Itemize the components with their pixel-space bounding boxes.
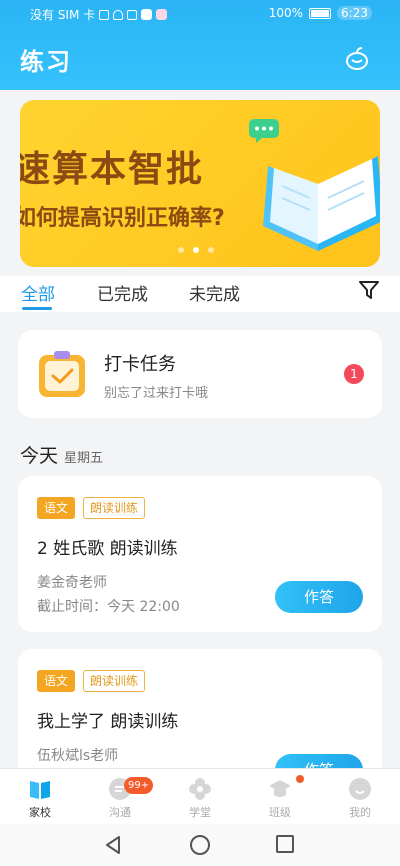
fruit-icon[interactable] bbox=[344, 46, 370, 70]
nav-badge: 99+ bbox=[124, 777, 154, 794]
tab-indicator bbox=[22, 307, 52, 310]
checkin-title: 打卡任务 bbox=[104, 354, 176, 375]
banner-subline: 如何提高识别正确率? bbox=[20, 206, 225, 231]
data-icon bbox=[127, 9, 138, 20]
section-day: 今天 bbox=[20, 445, 59, 467]
filter-tabs: 全部 已完成 未完成 bbox=[0, 276, 400, 312]
nav-label: 沟通 bbox=[109, 806, 131, 819]
nav-label: 家校 bbox=[29, 806, 51, 819]
tab-completed[interactable]: 已完成 bbox=[97, 280, 148, 305]
pagination-dot bbox=[178, 247, 184, 253]
book-icon bbox=[30, 781, 50, 799]
wifi-icon bbox=[113, 9, 124, 20]
nav-label: 班级 bbox=[269, 806, 291, 819]
task-type-tag: 朗读训练 bbox=[83, 670, 146, 692]
recent-apps-icon[interactable] bbox=[276, 835, 294, 853]
system-nav-bar bbox=[0, 824, 400, 866]
nav-label: 学堂 bbox=[189, 806, 211, 819]
app-notification-icon-2 bbox=[156, 9, 168, 20]
subject-tag: 语文 bbox=[37, 670, 76, 692]
filter-icon[interactable] bbox=[358, 279, 380, 301]
tab-all[interactable]: 全部 bbox=[21, 280, 55, 305]
task-title: 我上学了 朗读训练 bbox=[37, 712, 179, 732]
task-teacher: 姜金奇老师 bbox=[37, 575, 107, 591]
battery-icon bbox=[309, 7, 332, 19]
clipboard-check-icon bbox=[39, 351, 85, 397]
header: 没有 SIM 卡 100% 6:23 练习 bbox=[0, 0, 400, 90]
banner-pagination bbox=[178, 247, 214, 253]
home-icon[interactable] bbox=[190, 835, 210, 855]
task-teacher: 伍秋斌ls老师 bbox=[37, 748, 119, 764]
back-icon[interactable] bbox=[104, 835, 124, 855]
bottom-nav: 家校 99+ 沟通 学堂 班级 我的 bbox=[0, 768, 400, 824]
task-card[interactable]: 语文 朗读训练 2 姓氏歌 朗读训练 姜金奇老师 截止时间：今天 22:00 作… bbox=[18, 476, 382, 632]
open-book-icon bbox=[263, 156, 380, 251]
status-bar: 没有 SIM 卡 100% 6:23 bbox=[0, 0, 400, 28]
grad-cap-icon bbox=[269, 780, 291, 797]
nav-profile[interactable]: 我的 bbox=[320, 769, 400, 825]
answer-button[interactable]: 作答 bbox=[275, 581, 363, 613]
nav-chat[interactable]: 99+ 沟通 bbox=[80, 769, 160, 825]
pagination-dot-active bbox=[193, 247, 199, 253]
notification-badge: 1 bbox=[344, 364, 364, 384]
profile-icon bbox=[349, 778, 371, 800]
checkin-task-card[interactable]: 打卡任务 别忘了过来打卡哦 1 bbox=[18, 330, 382, 418]
nav-academy[interactable]: 学堂 bbox=[160, 769, 240, 825]
task-title: 2 姓氏歌 朗读训练 bbox=[37, 539, 178, 559]
task-type-tag: 朗读训练 bbox=[83, 497, 146, 519]
nav-label: 我的 bbox=[349, 806, 371, 819]
flower-icon bbox=[189, 778, 211, 800]
nav-notification-dot bbox=[296, 775, 304, 783]
section-weekday: 星期五 bbox=[64, 451, 104, 466]
sim-icon bbox=[99, 9, 110, 20]
tab-incomplete[interactable]: 未完成 bbox=[189, 280, 240, 305]
task-deadline: 截止时间：今天 22:00 bbox=[37, 599, 180, 615]
nav-class[interactable]: 班级 bbox=[240, 769, 320, 825]
banner-headline: 速算本智批 bbox=[20, 149, 205, 190]
promo-banner[interactable]: 速算本智批 如何提高识别正确率? bbox=[20, 100, 380, 267]
pagination-dot bbox=[208, 247, 214, 253]
battery-percent: 100% bbox=[268, 6, 304, 20]
nav-home-school[interactable]: 家校 bbox=[0, 769, 80, 825]
checkin-subtitle: 别忘了过来打卡哦 bbox=[104, 386, 209, 401]
page-title: 练习 bbox=[20, 48, 72, 76]
carrier-text: 没有 SIM 卡 bbox=[30, 8, 96, 22]
chat-bubble-icon bbox=[249, 119, 279, 143]
app-notification-icon bbox=[141, 9, 153, 20]
clock: 6:23 bbox=[337, 6, 372, 20]
subject-tag: 语文 bbox=[37, 497, 76, 519]
